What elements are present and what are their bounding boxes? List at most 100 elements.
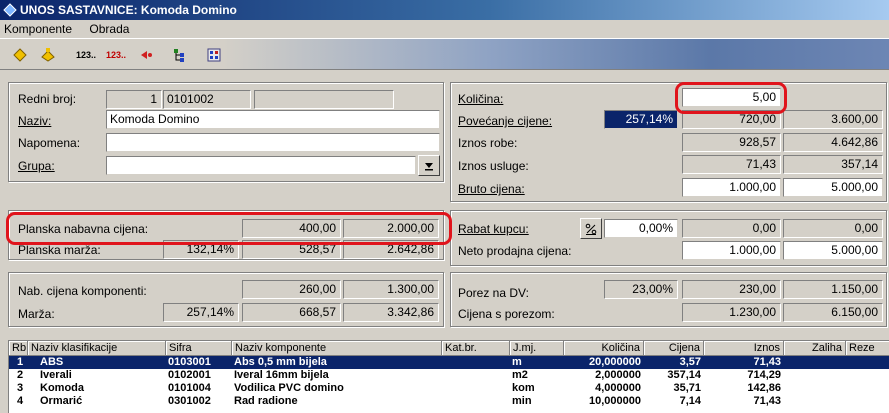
grupa-dropdown-button[interactable]	[418, 155, 440, 176]
bruto-value-2[interactable]: 5.000,00	[783, 178, 883, 197]
col-klasifikacija[interactable]: Naziv klasifikacije	[28, 341, 166, 356]
numbering-button-a[interactable]: 123..	[72, 45, 100, 65]
rabat-value-2: 0,00	[783, 219, 883, 238]
cell-jmj: kom	[512, 382, 535, 394]
edit-icon[interactable]	[36, 45, 60, 65]
porez-value-1: 230,00	[682, 280, 781, 299]
iznos-usluge-label: Iznos usluge:	[458, 159, 529, 173]
cell-iznos: 714,29	[747, 369, 781, 381]
col-rb[interactable]: Rb.	[9, 341, 28, 356]
neto-value-1[interactable]: 1.000,00	[682, 241, 781, 260]
calculator-icon[interactable]	[202, 45, 226, 65]
col-katbr[interactable]: Kat.br.	[442, 341, 510, 356]
col-zaliha[interactable]: Zaliha	[784, 341, 846, 356]
sporezom-value-2: 6.150,00	[783, 303, 883, 322]
col-iznos[interactable]: Iznos	[704, 341, 784, 356]
kolicina-input[interactable]: 5,00	[682, 88, 781, 107]
marza-pct: 257,14%	[163, 303, 239, 322]
marza-label: Marža:	[18, 307, 55, 321]
kolicina-label: Količina:	[458, 92, 504, 106]
bruto-label: Bruto cijena:	[458, 182, 525, 196]
menu-komponente[interactable]: Komponente	[4, 22, 72, 36]
grupa-input[interactable]	[106, 156, 416, 175]
porez-label: Porez na DV:	[458, 286, 529, 300]
col-cijena[interactable]: Cijena	[644, 341, 704, 356]
cell-jmj: m2	[512, 369, 528, 381]
marza-value-2: 3.342,86	[343, 303, 439, 322]
cell-katbr	[444, 356, 508, 369]
cell-kolicina: 20,000000	[589, 356, 641, 368]
iznos-robe-value-1: 928,57	[682, 133, 781, 152]
tree-icon[interactable]	[168, 45, 192, 65]
cell-cijena: 357,14	[667, 369, 701, 381]
iznos-usluge-value-1: 71,43	[682, 155, 781, 174]
redni-broj-field: 1	[106, 90, 162, 109]
iznos-robe-value-2: 4.642,86	[783, 133, 883, 152]
sporezom-value-1: 1.230,00	[682, 303, 781, 322]
col-kolicina[interactable]: Količina	[564, 341, 644, 356]
redni-broj-code-field: 0101002	[163, 90, 251, 109]
cell-katbr	[444, 369, 508, 382]
cell-rb: 1	[17, 356, 24, 368]
col-sifra[interactable]: Sifra	[166, 341, 232, 356]
redni-broj-extra-field	[254, 90, 394, 109]
table-row[interactable]: 2 Iverali 0102001 Iveral 16mm bijela m2 2,000…	[9, 369, 889, 382]
porez-value-2: 1.150,00	[783, 280, 883, 299]
col-jmj[interactable]: J.mj.	[510, 341, 564, 356]
nab-komponenti-value-1: 260,00	[242, 280, 341, 299]
cell-cijena: 7,14	[679, 395, 701, 407]
menu-obrada[interactable]: Obrada	[89, 22, 129, 36]
nab-komponenti-label: Nab. cijena komponenti:	[18, 284, 147, 298]
cell-naziv: Abs 0,5 mm bijela	[234, 356, 327, 368]
planska-marza-value-1: 528,57	[242, 240, 341, 259]
naziv-label: Naziv:	[18, 114, 52, 128]
percent-toggle-button[interactable]	[580, 218, 602, 239]
cell-sifra: 0101004	[168, 382, 211, 394]
marza-value-1: 668,57	[242, 303, 341, 322]
col-naziv[interactable]: Naziv komponente	[232, 341, 442, 356]
menu-bar: Komponente Obrada	[0, 20, 889, 38]
iznos-usluge-value-2: 357,14	[783, 155, 883, 174]
cell-kolicina: 2,000000	[595, 369, 641, 381]
planska-nabavna-value-2: 2.000,00	[343, 219, 439, 238]
window-title: UNOS SASTAVNICE: Komoda Domino	[20, 3, 237, 17]
cell-cijena: 3,57	[679, 356, 701, 368]
cell-klas: Iverali	[40, 369, 72, 381]
napomena-input[interactable]	[106, 133, 440, 152]
table-row[interactable]: 4 Ormarić 0301002 Rad radione min 10,000000 7,…	[9, 395, 889, 408]
cell-jmj: m	[512, 356, 522, 368]
rabat-pct-input[interactable]: 0,00%	[604, 219, 678, 238]
table-header: Rb. Naziv klasifikacije Sifra Naziv komp…	[9, 341, 889, 356]
rabat-label: Rabat kupcu:	[458, 222, 529, 236]
neto-label: Neto prodajna cijena:	[458, 244, 572, 258]
bruto-value-1[interactable]: 1.000,00	[682, 178, 781, 197]
cell-rb: 4	[17, 395, 24, 407]
title-bar: UNOS SASTAVNICE: Komoda Domino	[0, 0, 889, 20]
cell-katbr	[444, 395, 508, 408]
table-row[interactable]: 3 Komoda 0101004 Vodilica PVC domino kom 4,00…	[9, 382, 889, 395]
numbering-button-b[interactable]: 123..	[102, 45, 130, 65]
planska-nabavna-label: Planska nabavna cijena:	[18, 222, 149, 236]
cell-katbr	[444, 382, 508, 395]
povecanje-label: Povećanje cijene:	[458, 114, 553, 128]
cell-sifra: 0103001	[168, 356, 211, 368]
cell-naziv: Rad radione	[234, 395, 298, 407]
napomena-label: Napomena:	[18, 136, 81, 150]
cell-klas: Ormarić	[40, 395, 83, 407]
cell-cijena: 35,71	[673, 382, 701, 394]
sporezom-label: Cijena s porezom:	[458, 307, 555, 321]
rabat-value-1: 0,00	[682, 219, 781, 238]
add-icon[interactable]	[8, 45, 32, 65]
col-reze[interactable]: Reze	[846, 341, 889, 356]
povecanje-pct-input[interactable]: 257,14%	[604, 110, 678, 129]
cell-klas: ABS	[40, 356, 64, 368]
planska-marza-value-2: 2.642,86	[343, 240, 439, 259]
naziv-input[interactable]: Komoda Domino	[106, 110, 440, 129]
komponente-table[interactable]: Rb. Naziv klasifikacije Sifra Naziv komp…	[8, 340, 889, 413]
neto-value-2[interactable]: 5.000,00	[783, 241, 883, 260]
delete-icon[interactable]	[134, 45, 158, 65]
table-row[interactable]: 1 ABS 0103001 Abs 0,5 mm bijela m 20,000000 3,…	[9, 356, 889, 369]
cell-sifra: 0102001	[168, 369, 211, 381]
iznos-robe-label: Iznos robe:	[458, 136, 518, 150]
cell-klas: Komoda	[40, 382, 84, 394]
